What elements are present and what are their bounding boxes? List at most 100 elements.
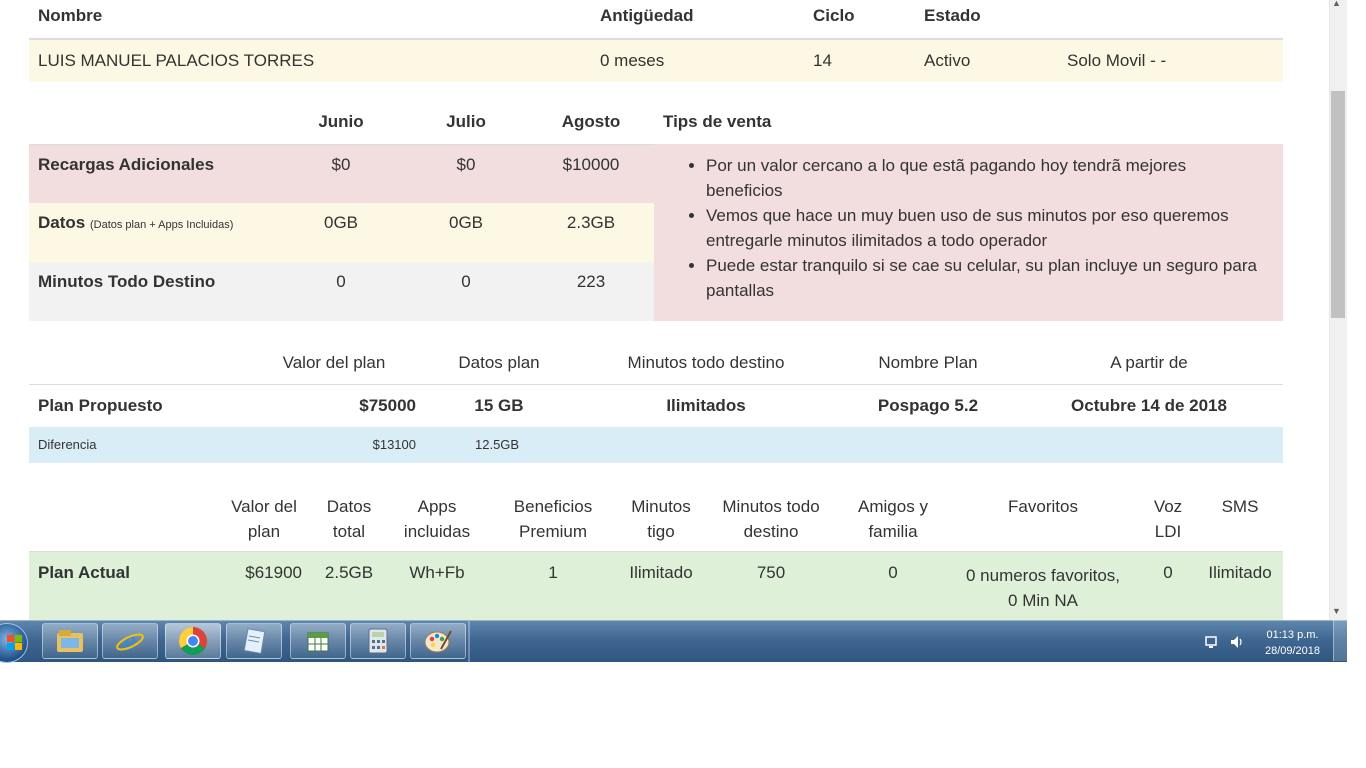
proposed-valor: $75000 xyxy=(359,396,416,415)
month-agosto: Agosto xyxy=(561,112,621,131)
proposed-datos: 15 GB xyxy=(474,396,524,415)
usage-value: $10000 xyxy=(562,155,620,174)
spreadsheet-icon xyxy=(307,632,329,652)
tip-item: Por un valor cercano a lo que estã pagan… xyxy=(706,153,1266,203)
header-current: Voz LDI xyxy=(1143,494,1193,544)
customer-ciclo: 14 xyxy=(813,51,832,70)
header-line: Voz xyxy=(1153,497,1183,516)
customer-estado: Activo xyxy=(924,51,971,70)
network-icon[interactable] xyxy=(1204,634,1220,650)
customer-row: LUIS MANUEL PALACIOS TORRES 0 meses 14 A… xyxy=(29,38,1283,82)
usage-value: $0 xyxy=(331,155,351,174)
header-line: incluidas xyxy=(403,522,471,541)
clock-time: 01:13 p.m. xyxy=(1266,629,1319,641)
usage-label: Recargas Adicionales xyxy=(38,155,215,174)
header-line: Apps xyxy=(417,497,457,516)
header-ciclo: Ciclo xyxy=(813,6,855,25)
calculator-icon xyxy=(368,628,388,654)
header-line: Amigos y xyxy=(858,497,928,516)
usage-value: $0 xyxy=(456,155,476,174)
current-value: 1 xyxy=(548,563,558,582)
volume-icon[interactable] xyxy=(1229,634,1245,650)
usage-label: Datos (Datos plan + Apps Incluidas) xyxy=(38,213,233,233)
customer-header-row: Nombre Antigüedad Ciclo Estado xyxy=(29,0,1283,38)
chrome-icon xyxy=(179,627,207,655)
scroll-up-arrow-icon[interactable]: ▲ xyxy=(1332,0,1341,8)
show-desktop-button[interactable] xyxy=(1333,620,1348,661)
header-line: familia xyxy=(868,522,918,541)
current-value: 750 xyxy=(756,563,786,582)
header-current: Valor del plan xyxy=(214,494,314,544)
tip-item: Puede estar tranquilo si se cae su celul… xyxy=(706,253,1266,303)
tip-item: Vemos que hace un muy buen uso de sus mi… xyxy=(706,203,1266,253)
taskbar: e xyxy=(0,620,1347,663)
taskbar-ie[interactable]: e xyxy=(102,623,158,659)
header-current: Minutos todo destino xyxy=(711,494,831,544)
proposed-label: Plan Propuesto xyxy=(38,396,163,415)
usage-row-recargas: Recargas Adicionales $0 $0 $10000 xyxy=(29,144,654,204)
diferencia-label: Diferencia xyxy=(38,437,97,452)
usage-value: 223 xyxy=(576,272,606,291)
current-plan-row: Plan Actual $61900 2.5GB Wh+Fb 1 Ilimita… xyxy=(29,551,1283,620)
usage-value: 0 xyxy=(336,272,346,291)
taskbar-notepad[interactable] xyxy=(226,623,282,659)
scroll-down-arrow-icon[interactable]: ▼ xyxy=(1332,606,1341,616)
usage-label-main: Datos xyxy=(38,213,86,232)
customer-extra: Solo Movil - - xyxy=(1067,51,1167,70)
header-current: Amigos y familia xyxy=(843,494,943,544)
current-value: 2.5GB xyxy=(324,563,374,582)
taskbar-paint[interactable] xyxy=(410,623,466,659)
diferencia-valor: $13100 xyxy=(372,437,416,452)
header-current: Favoritos xyxy=(963,494,1123,519)
paint-icon xyxy=(424,630,452,653)
header-line: tigo xyxy=(647,522,675,541)
taskbar-calculator[interactable] xyxy=(350,623,406,659)
header-line: Datos xyxy=(326,497,372,516)
header-line: SMS xyxy=(1221,497,1259,516)
current-value: Ilimitado xyxy=(629,563,693,582)
favoritos-line: 0 numeros favoritos, xyxy=(965,566,1120,585)
scrollbar-thumb[interactable] xyxy=(1331,91,1345,318)
taskbar-spreadsheet[interactable] xyxy=(290,623,346,659)
header-line: Beneficios xyxy=(513,497,593,516)
windows-logo-icon xyxy=(7,635,22,650)
tips-header: Tips de venta xyxy=(663,112,772,131)
usage-value: 2.3GB xyxy=(566,213,616,232)
taskbar-explorer[interactable] xyxy=(42,623,98,659)
header-line: Minutos xyxy=(631,497,691,516)
header-current: Datos total xyxy=(314,494,384,544)
clock-date: 28/09/2018 xyxy=(1264,645,1321,657)
usage-value: 0 xyxy=(461,272,471,291)
proposed-row: Plan Propuesto $75000 15 GB Ilimitados P… xyxy=(29,384,1283,427)
header-line: destino xyxy=(743,522,799,541)
svg-text:e: e xyxy=(124,626,136,656)
system-clock[interactable]: 01:13 p.m. 28/09/2018 xyxy=(1255,627,1330,659)
proposed-nombre: Pospago 5.2 xyxy=(877,396,979,415)
proposed-fecha: Octubre 14 de 2018 xyxy=(1071,396,1227,415)
header-line: Premium xyxy=(518,522,587,541)
month-julio: Julio xyxy=(446,112,486,131)
usage-value: 0GB xyxy=(448,213,484,232)
header-valor-plan: Valor del plan xyxy=(282,353,386,372)
header-line: Favoritos xyxy=(1008,497,1078,516)
current-label: Plan Actual xyxy=(38,563,130,582)
start-button[interactable] xyxy=(0,623,28,663)
current-value: $61900 xyxy=(245,563,302,582)
header-datos-plan: Datos plan xyxy=(458,353,540,372)
file-explorer-icon xyxy=(57,630,83,652)
customer-name: LUIS MANUEL PALACIOS TORRES xyxy=(38,51,315,70)
usage-label-sub: (Datos plan + Apps Incluidas) xyxy=(89,219,234,231)
favoritos-line: 0 Min NA xyxy=(1008,591,1078,610)
usage-row-datos: Datos (Datos plan + Apps Incluidas) 0GB … xyxy=(29,203,654,262)
notepad-icon xyxy=(243,628,266,654)
taskbar-chrome[interactable] xyxy=(165,623,221,659)
current-value: 0 xyxy=(1163,563,1173,582)
header-line: Valor del xyxy=(231,497,297,516)
header-nombre-plan: Nombre Plan xyxy=(878,353,978,372)
usage-header-row: Junio Julio Agosto Tips de venta xyxy=(29,102,1283,144)
tips-list: Por un valor cercano a lo que estã pagan… xyxy=(706,153,1266,303)
header-current: Apps incluidas xyxy=(392,494,482,544)
month-junio: Junio xyxy=(318,112,364,131)
current-value: Wh+Fb xyxy=(409,563,465,582)
header-line: total xyxy=(332,522,366,541)
